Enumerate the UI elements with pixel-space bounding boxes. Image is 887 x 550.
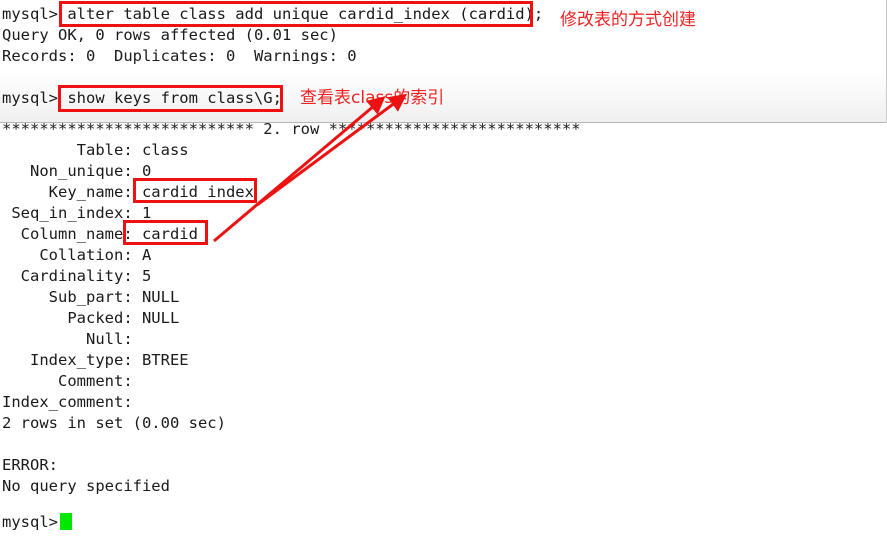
terminal-line: Table: class [2,141,189,159]
terminal-line: Seq_in_index: 1 [2,204,152,222]
terminal-line: *************************** 2. row *****… [2,120,581,138]
terminal-line: Comment: [2,372,133,390]
terminal-line: mysql> [2,513,58,531]
terminal-output[interactable]: mysql> alter table class add unique card… [0,0,887,550]
terminal-line: Packed: NULL [2,309,180,327]
terminal-line: No query specified [2,477,170,495]
terminal-line: Null: [2,330,133,348]
terminal-line: Key_name: cardid_index [2,183,254,201]
mysql-terminal-window: mysql> alter table class add unique card… [0,0,887,550]
terminal-line: Non_unique: 0 [2,162,152,180]
terminal-line: mysql> alter table class add unique card… [2,5,544,23]
terminal-line: Query OK, 0 rows affected (0.01 sec) [2,26,338,44]
terminal-line: Index_comment: [2,393,133,411]
terminal-line: Cardinality: 5 [2,267,152,285]
terminal-line: 2 rows in set (0.00 sec) [2,414,226,432]
terminal-line: mysql> show keys from class\G; [2,89,282,107]
terminal-cursor [60,513,72,530]
terminal-line: Records: 0 Duplicates: 0 Warnings: 0 [2,47,357,65]
annotation-note: 查看表class的索引 [300,88,445,108]
terminal-line: Collation: A [2,246,152,264]
terminal-line: Sub_part: NULL [2,288,180,306]
annotation-note: 修改表的方式创建 [560,10,696,30]
terminal-line: ERROR: [2,456,58,474]
terminal-line: Column_name: cardid [2,225,198,243]
terminal-line: Index_type: BTREE [2,351,189,369]
